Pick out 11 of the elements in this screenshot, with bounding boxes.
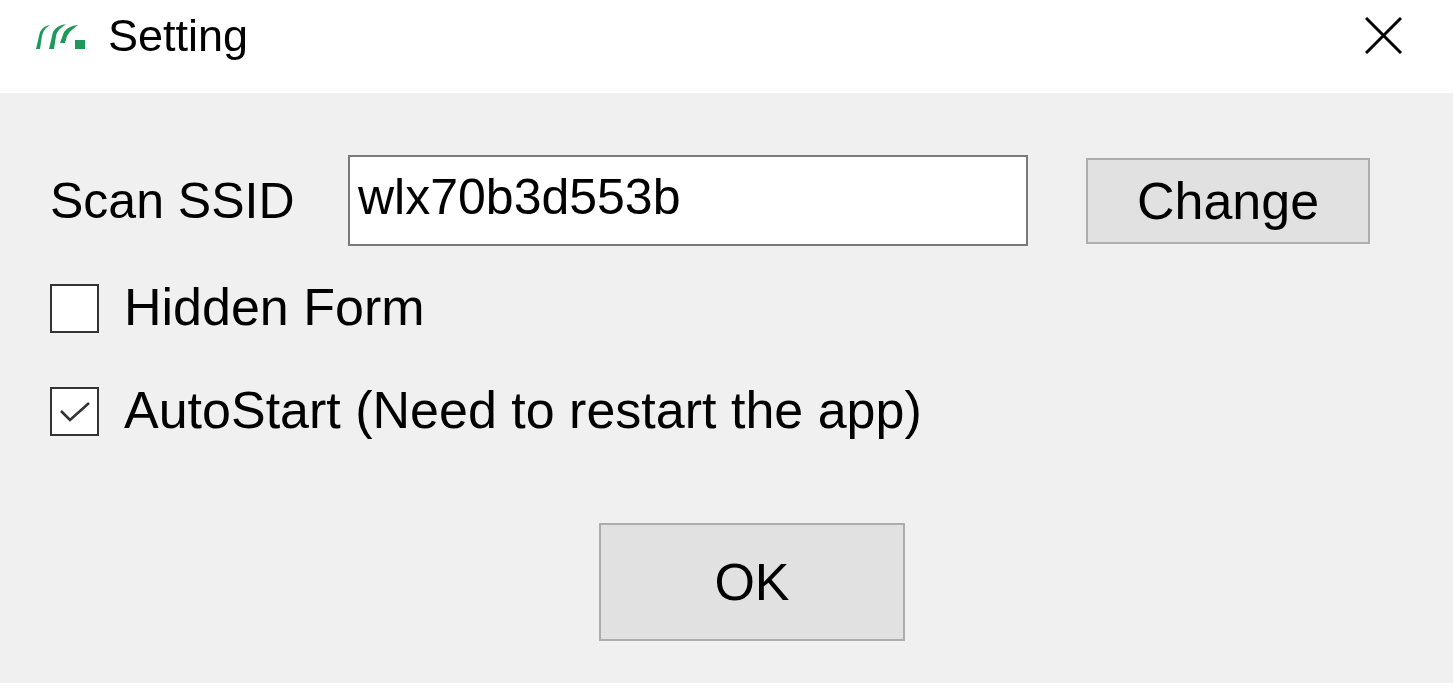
checkbox-label[interactable]: Hidden Form xyxy=(124,280,425,337)
checkbox-label[interactable]: AutoStart (Need to restart the app) xyxy=(124,383,922,440)
change-button[interactable]: Change xyxy=(1086,157,1370,244)
checkbox[interactable] xyxy=(50,284,99,333)
checkbox[interactable] xyxy=(50,387,99,436)
field-label: Scan SSID xyxy=(50,175,295,226)
window-title: Setting xyxy=(108,12,249,58)
input-field[interactable]: wlx70b3d553b xyxy=(348,155,1028,246)
ok-button[interactable]: OK xyxy=(599,523,905,641)
close-icon[interactable] xyxy=(1365,16,1402,54)
checkmark-icon xyxy=(59,401,90,422)
